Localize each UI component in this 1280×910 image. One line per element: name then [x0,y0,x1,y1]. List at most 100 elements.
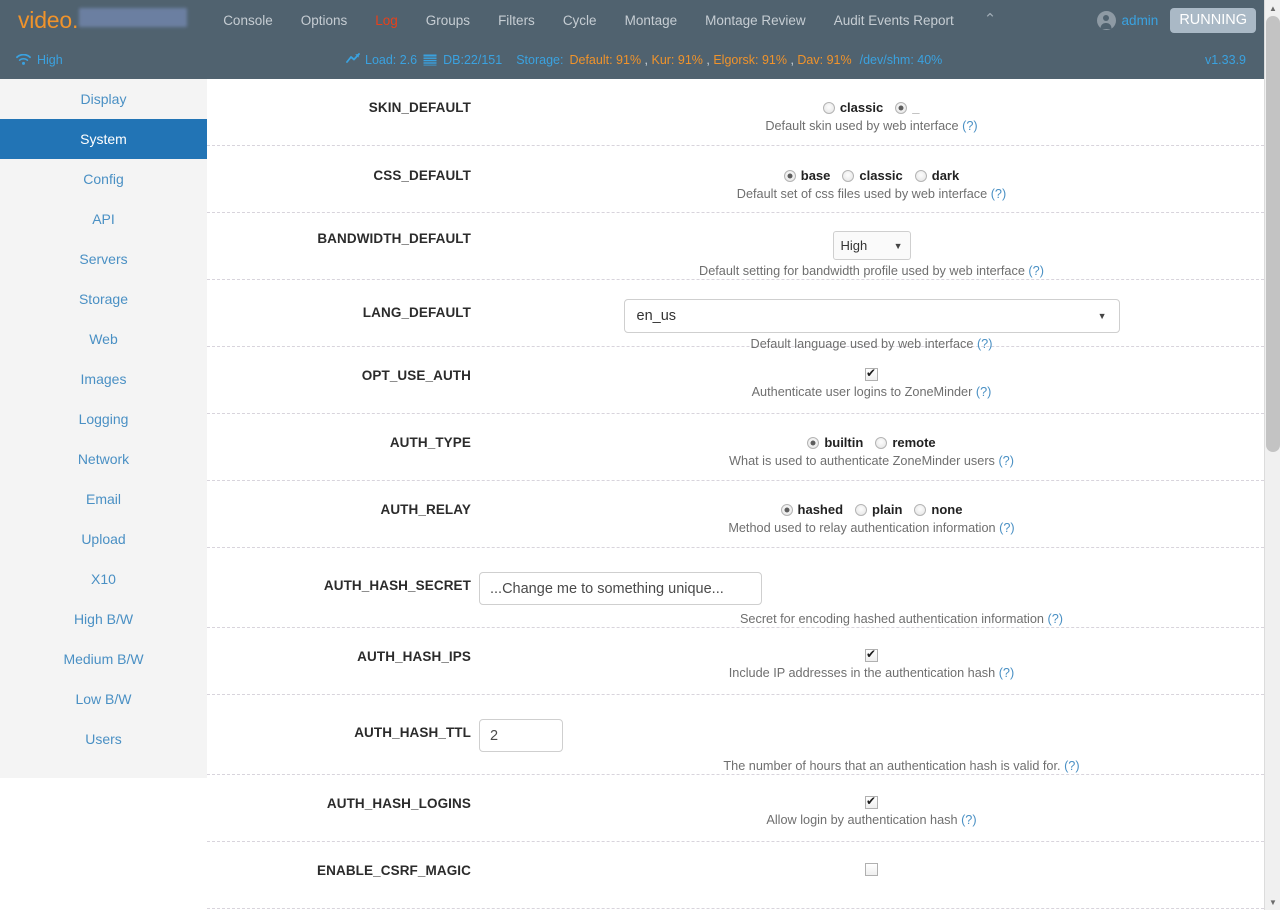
version-label[interactable]: v1.33.9 [1205,53,1246,67]
radio-option-base[interactable]: base [783,168,830,183]
sidebar-item-label: Network [77,451,130,467]
radio-indicator[interactable] [875,436,888,449]
radio-option-label: none [931,502,963,517]
sidebar-item-network[interactable]: Network [0,439,207,479]
sidebar-item-medium-b-w[interactable]: Medium B/W [0,639,207,679]
nav-link-audit-events-report[interactable]: Audit Events Report [820,13,968,28]
radio-indicator[interactable] [780,503,793,516]
option-row-inner: AUTH_HASH_SECRET Secret for encoding hash… [207,548,1264,626]
storage-item-default[interactable]: Default: 91% [569,53,641,67]
radio-indicator[interactable] [855,503,868,516]
radio-option-hashed[interactable]: hashed [780,502,843,517]
sidebar-item-api[interactable]: API [0,199,207,239]
option-row-css_default: CSS_DEFAULT base classic dark Default set of… [207,146,1264,213]
scroll-down-button[interactable]: ▼ [1265,894,1280,910]
sidebar-item-label: API [92,211,115,227]
radio-option-blank[interactable]: _ [895,100,920,115]
sidebar-item-web[interactable]: Web [0,319,207,359]
help-question-icon[interactable]: (?) [1028,264,1044,278]
bandwidth-select[interactable]: High ▼ [832,231,911,260]
shm-label[interactable]: /dev/shm: 40% [860,53,943,67]
option-hint-text: Secret for encoding hashed authenticatio… [739,612,1044,626]
help-question-icon[interactable]: (?) [999,666,1015,680]
system-state-badge[interactable]: RUNNING [1170,8,1256,33]
bandwidth-link[interactable]: High [16,53,63,67]
nav-link-cycle[interactable]: Cycle [549,13,611,28]
sidebar-item-label: Low B/W [75,691,132,707]
auth_hash_ttl-input[interactable] [479,719,563,752]
radio-indicator[interactable] [914,169,927,182]
language-select[interactable]: en_us ▼ [623,299,1120,333]
help-question-icon[interactable]: (?) [999,521,1015,535]
radio-option-none[interactable]: none [914,502,962,517]
option-row-skin_default: SKIN_DEFAULT classic _ Default skin used by… [207,79,1264,146]
sidebar-item-display[interactable]: Display [0,79,207,119]
radio-indicator[interactable] [895,101,908,114]
radio-option-dark[interactable]: dark [914,168,959,183]
scroll-up-button[interactable]: ▲ [1265,0,1280,16]
sidebar-item-label: Web [89,331,118,347]
user-menu[interactable]: admin [1096,11,1158,30]
radio-option-builtin[interactable]: builtin [807,435,863,450]
nav-link-log[interactable]: Log [361,13,412,28]
sidebar-item-servers[interactable]: Servers [0,239,207,279]
option-field: Authenticate user logins to ZoneMinder (… [479,366,1264,399]
option-checkbox[interactable] [865,366,878,381]
nav-link-options[interactable]: Options [287,13,362,28]
help-question-icon[interactable]: (?) [1048,612,1064,626]
nav-link-montage[interactable]: Montage [611,13,692,28]
radio-indicator[interactable] [822,101,835,114]
sidebar-item-storage[interactable]: Storage [0,279,207,319]
radio-indicator[interactable] [842,169,855,182]
brand-logo[interactable]: video. [18,7,188,34]
nav-link-groups[interactable]: Groups [412,13,484,28]
option-hint: Allow login by authentication hash (?) [766,813,976,827]
storage-item-kur[interactable]: Kur: 91% [651,53,702,67]
option-row-inner: AUTH_RELAY hashed plain none Method used to … [207,481,1264,535]
page-scrollbar[interactable]: ▲ ▼ [1264,0,1280,910]
help-question-icon[interactable]: (?) [998,454,1014,468]
auth_hash_secret-input[interactable] [479,572,762,605]
sidebar-item-email[interactable]: Email [0,479,207,519]
radio-option-remote[interactable]: remote [875,435,936,450]
status-metrics: Load: 2.6 DB:22/151 Storage: Default: 91… [346,53,942,67]
radio-option-classic[interactable]: classic [842,168,903,183]
help-question-icon[interactable]: (?) [961,813,977,827]
help-question-icon[interactable]: (?) [991,187,1007,201]
sidebar-item-users[interactable]: Users [0,719,207,759]
nav-link-filters[interactable]: Filters [484,13,549,28]
sidebar-item-images[interactable]: Images [0,359,207,399]
option-hint: The number of hours that an authenticati… [723,759,1079,773]
sidebar-item-config[interactable]: Config [0,159,207,199]
sidebar-item-low-b-w[interactable]: Low B/W [0,679,207,719]
storage-item-elgorsk[interactable]: Elgorsk: 91% [713,53,787,67]
radio-indicator[interactable] [783,169,796,182]
sidebar-item-upload[interactable]: Upload [0,519,207,559]
option-checkbox[interactable] [865,794,878,809]
db-metric[interactable]: DB:22/151 [423,53,502,67]
help-question-icon[interactable]: (?) [1064,759,1080,773]
storage-item-dav[interactable]: Dav: 91% [797,53,851,67]
radio-indicator[interactable] [914,503,927,516]
sidebar-item-system[interactable]: System [0,119,207,159]
option-control [865,647,878,662]
sidebar-item-logging[interactable]: Logging [0,399,207,439]
sidebar-item-high-b-w[interactable]: High B/W [0,599,207,639]
radio-option-classic[interactable]: classic [822,100,883,115]
collapse-caret-icon[interactable]: ⌃ [968,10,1013,28]
help-question-icon[interactable]: (?) [976,385,992,399]
radio-option-plain[interactable]: plain [855,502,902,517]
option-checkbox[interactable] [865,863,878,876]
page-root: video. Console Options Log Groups Filters Cyc… [0,0,1280,910]
scrollbar-thumb[interactable] [1266,16,1280,452]
storage-separator: , [641,53,652,67]
option-control: High ▼ [832,231,911,260]
help-question-icon[interactable]: (?) [962,119,978,133]
sidebar-item-x10[interactable]: X10 [0,559,207,599]
load-metric[interactable]: Load: 2.6 [346,53,417,67]
nav-link-montage-review[interactable]: Montage Review [691,13,820,28]
option-row-enable_csrf_magic: ENABLE_CSRF_MAGIC [207,842,1264,909]
radio-indicator[interactable] [807,436,820,449]
nav-link-console[interactable]: Console [209,13,287,28]
option-checkbox[interactable] [865,647,878,662]
